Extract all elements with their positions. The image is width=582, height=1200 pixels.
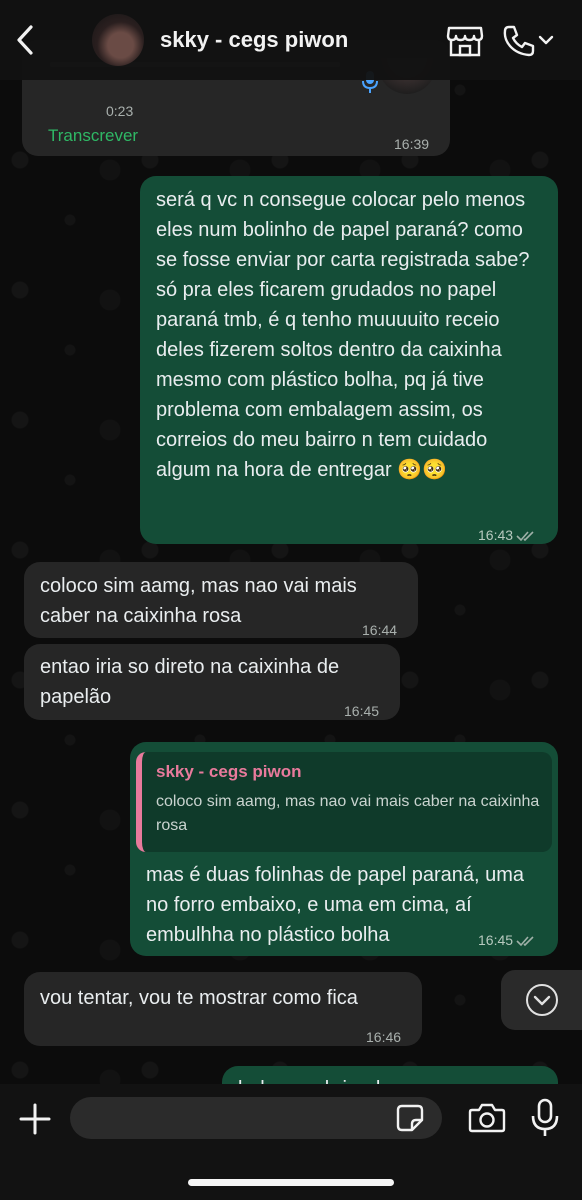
chevron-down-icon[interactable]	[538, 34, 554, 46]
outgoing-message[interactable]: será q vc n consegue colocar pelo menos …	[140, 176, 558, 544]
quoted-message[interactable]: skky - cegs piwon coloco sim aamg, mas n…	[136, 752, 552, 852]
read-ticks-icon	[516, 936, 534, 947]
read-ticks-icon	[516, 531, 534, 542]
chat-header: skky - cegs piwon	[0, 0, 582, 80]
incoming-message[interactable]: coloco sim aamg, mas nao vai mais caber …	[24, 562, 418, 638]
microphone-icon[interactable]	[530, 1098, 560, 1138]
back-button[interactable]	[10, 22, 40, 58]
incoming-message[interactable]: vou tentar, vou te mostrar como fica 16:…	[24, 972, 422, 1046]
chevron-left-icon	[17, 25, 33, 55]
scroll-to-bottom-button[interactable]	[501, 970, 582, 1030]
message-text: entao iria so direto na caixinha de pape…	[40, 656, 340, 708]
message-time: 16:43	[478, 520, 536, 550]
store-icon[interactable]	[446, 24, 484, 58]
contact-avatar[interactable]	[92, 14, 144, 66]
message-text: vou tentar, vou te mostrar como fica	[40, 987, 358, 1009]
incoming-message[interactable]: entao iria so direto na caixinha de pape…	[24, 644, 400, 720]
message-input[interactable]	[70, 1097, 442, 1139]
home-indicator[interactable]	[188, 1179, 394, 1186]
message-time: 16:45	[478, 932, 536, 948]
phone-icon[interactable]	[502, 24, 536, 58]
message-time: 16:44	[362, 622, 398, 638]
message-time: 16:39	[394, 136, 430, 152]
message-text: coloco sim aamg, mas nao vai mais caber …	[40, 575, 357, 627]
message-time: 16:45	[344, 703, 380, 719]
camera-icon[interactable]	[468, 1102, 506, 1134]
quote-text: coloco sim aamg, mas nao vai mais caber …	[156, 793, 540, 834]
message-time: 16:46	[366, 1029, 402, 1045]
quote-author: skky - cegs piwon	[156, 762, 302, 781]
plus-icon[interactable]	[18, 1102, 52, 1136]
transcribe-link[interactable]: Transcrever	[48, 121, 138, 151]
chevron-down-icon	[525, 984, 558, 1016]
contact-name[interactable]: skky - cegs piwon	[160, 27, 348, 53]
message-text: será q vc n consegue colocar pelo menos …	[156, 189, 530, 481]
sticker-icon[interactable]	[396, 1104, 424, 1132]
